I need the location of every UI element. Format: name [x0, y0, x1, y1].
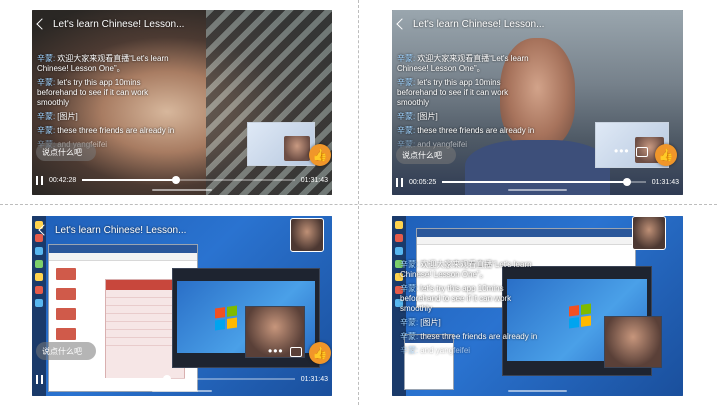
thumbs-up-icon[interactable]: 👍	[309, 342, 331, 364]
playback-bar: 00:42:28 01:31:43	[36, 173, 328, 187]
seek-knob[interactable]	[623, 178, 632, 186]
current-time: 00:42:43	[49, 375, 77, 383]
cast-icon[interactable]	[636, 147, 648, 157]
chat-message: 辛蒙: these three friends are already in	[400, 332, 538, 341]
thumbs-up-icon[interactable]: 👍	[309, 144, 331, 166]
pip-avatar	[283, 135, 310, 161]
pause-icon[interactable]	[36, 374, 43, 384]
comment-input[interactable]: 说点什么吧	[36, 342, 96, 360]
home-indicator	[508, 189, 567, 191]
seek-knob[interactable]	[171, 176, 180, 184]
live-panel-1: Let's learn Chinese! Lesson... 辛蒙: 欢迎大家来观…	[32, 10, 332, 195]
thumbs-up-icon[interactable]: 👍	[655, 144, 677, 166]
home-indicator	[152, 390, 212, 392]
live-panel-2: Let's learn Chinese! Lesson... 辛蒙: 欢迎大家来观…	[392, 10, 683, 195]
playback-bar: 00:42:43 01:31:43	[36, 372, 328, 386]
divider-vertical	[358, 0, 359, 405]
chat-message: 辛蒙: [图片]	[397, 112, 438, 121]
chat-feed: 辛蒙: 欢迎大家来观看直播“Let's learn Chinese! Lesson…	[400, 260, 540, 360]
chat-message: 辛蒙:and yangfeifei	[400, 346, 471, 355]
seek-fill	[442, 181, 628, 183]
live-panel-3: Let's learn Chinese! Lesson... 说点什么吧 •••…	[32, 216, 332, 396]
chat-message: 辛蒙: 欢迎大家来观看直播“Let's learn Chinese! Lesson…	[37, 54, 169, 73]
participant-video	[604, 316, 662, 368]
chat-message: 辛蒙: let's try this app 10mins beforehand …	[397, 78, 509, 107]
chat-feed: 辛蒙: 欢迎大家来观看直播“Let's learn Chinese! Lesson…	[37, 54, 177, 154]
seek-track[interactable]	[82, 375, 295, 383]
back-chevron-icon[interactable]	[396, 18, 408, 30]
stream-title: Let's learn Chinese! Lesson...	[53, 18, 185, 30]
current-time: 00:05:25	[409, 178, 437, 186]
desktop-taskbar	[32, 216, 46, 396]
chat-feed: 辛蒙: 欢迎大家来观看直播“Let's learn Chinese! Lesson…	[397, 54, 537, 154]
seek-fill	[82, 179, 176, 181]
stream-title: Let's learn Chinese! Lesson...	[55, 224, 187, 236]
pause-icon[interactable]	[396, 177, 403, 187]
chat-message: 辛蒙: these three friends are already in	[37, 126, 175, 135]
more-dots-icon[interactable]: •••	[268, 344, 284, 358]
chat-message: 辛蒙: [图片]	[37, 112, 78, 121]
seek-track[interactable]	[82, 176, 295, 184]
chat-message: 辛蒙: 欢迎大家来观看直播“Let's learn Chinese! Lesson…	[400, 260, 532, 279]
cast-icon[interactable]	[290, 347, 302, 357]
current-time: 00:42:28	[49, 176, 77, 184]
title-bar: Let's learn Chinese! Lesson...	[36, 16, 185, 32]
live-panel-4: 辛蒙: 欢迎大家来观看直播“Let's learn Chinese! Lesson…	[392, 216, 683, 396]
seek-track[interactable]	[442, 178, 646, 186]
host-webcam	[290, 218, 324, 252]
comment-input[interactable]: 说点什么吧	[36, 143, 96, 161]
playback-bar: 00:05:25 01:31:43	[396, 175, 679, 189]
home-indicator	[508, 390, 567, 392]
windows-logo-icon	[215, 305, 237, 331]
chat-message: 辛蒙: these three friends are already in	[397, 126, 535, 135]
title-bar: Let's learn Chinese! Lesson...	[38, 222, 187, 238]
title-bar: Let's learn Chinese! Lesson...	[396, 16, 545, 32]
chat-message: 辛蒙: 欢迎大家来观看直播“Let's learn Chinese! Lesson…	[397, 54, 529, 73]
seek-knob[interactable]	[163, 375, 172, 383]
seek-fill	[82, 378, 168, 380]
chat-message: 辛蒙: let's try this app 10mins beforehand …	[400, 284, 512, 313]
total-time: 01:31:43	[651, 178, 679, 186]
windows-logo-icon	[569, 303, 591, 329]
host-webcam	[632, 216, 666, 250]
more-dots-icon[interactable]: •••	[614, 144, 630, 158]
back-chevron-icon[interactable]	[38, 224, 50, 236]
pause-icon[interactable]	[36, 175, 43, 185]
chat-message: 辛蒙: let's try this app 10mins beforehand …	[37, 78, 149, 107]
back-chevron-icon[interactable]	[36, 18, 48, 30]
comment-input[interactable]: 说点什么吧	[396, 146, 456, 164]
home-indicator	[152, 189, 212, 191]
total-time: 01:31:43	[300, 375, 328, 383]
chat-message: 辛蒙: [图片]	[400, 318, 441, 327]
total-time: 01:31:43	[300, 176, 328, 184]
picture-in-picture[interactable]	[247, 122, 315, 166]
stream-title: Let's learn Chinese! Lesson...	[413, 18, 545, 30]
